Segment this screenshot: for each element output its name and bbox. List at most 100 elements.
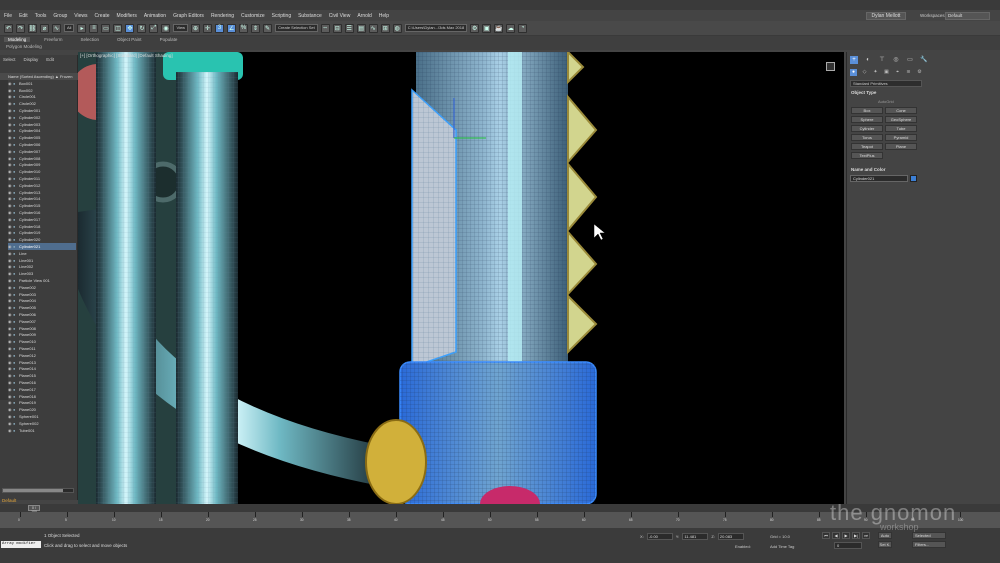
- explorer-item[interactable]: ◉ ● Circle002: [8, 100, 76, 107]
- explorer-item[interactable]: ◉ ● Cylinder018: [8, 223, 76, 230]
- pyramid-button[interactable]: Pyramid: [885, 134, 917, 141]
- explorer-menu-display[interactable]: Display: [24, 57, 39, 62]
- create-tab-icon[interactable]: +: [850, 56, 858, 64]
- explorer-item[interactable]: ◉ ● Plane005: [8, 304, 76, 311]
- explorer-item[interactable]: ◉ ● Cylinder014: [8, 196, 76, 203]
- z-coordinate-field[interactable]: 20.083: [717, 533, 744, 540]
- workspace-dropdown[interactable]: Default: [945, 12, 990, 20]
- systems-icon[interactable]: ⚙: [916, 69, 923, 76]
- explorer-item[interactable]: ◉ ● Plane002: [8, 284, 76, 291]
- object-color-swatch[interactable]: [910, 175, 917, 182]
- lights-icon[interactable]: ✦: [872, 69, 879, 76]
- ribbon-tab-object-paint[interactable]: Object Paint: [113, 37, 146, 42]
- explorer-item[interactable]: ◉ ● Plane015: [8, 372, 76, 379]
- display-tab-icon[interactable]: ▭: [906, 56, 914, 64]
- sphere-button[interactable]: Sphere: [851, 116, 883, 123]
- explorer-item[interactable]: ◉ ● Cylinder021: [8, 243, 76, 250]
- menu-customize[interactable]: Customize: [241, 13, 265, 19]
- next-frame-icon[interactable]: ▶|: [852, 532, 860, 539]
- enabled-toggle[interactable]: Enabled:: [735, 544, 751, 549]
- object-name-field[interactable]: Cylinder021: [850, 175, 908, 182]
- ribbon-polygon-modeling[interactable]: Polygon Modeling: [6, 44, 42, 49]
- select-rotate-icon[interactable]: ↻: [137, 23, 147, 33]
- a360-icon[interactable]: ◔: [518, 23, 528, 33]
- explorer-item[interactable]: ◉ ● Cylinder002: [8, 114, 76, 121]
- explorer-column-header[interactable]: Name (Sorted Ascending) ▲ Frozen: [0, 73, 78, 80]
- explorer-menu-edit[interactable]: Edit: [46, 57, 54, 62]
- menu-modifiers[interactable]: Modifiers: [117, 13, 137, 19]
- place-icon[interactable]: ◉: [161, 23, 171, 33]
- bind-space-warp-icon[interactable]: ∿: [52, 23, 61, 33]
- primitive-type-dropdown[interactable]: Standard Primitives: [850, 80, 922, 87]
- explorer-item[interactable]: ◉ ● Cylinder006: [8, 141, 76, 148]
- explorer-item[interactable]: ◉ ● Plane010: [8, 338, 76, 345]
- explorer-item[interactable]: ◉ ● Cylinder009: [8, 162, 76, 169]
- explorer-item[interactable]: ◉ ● Cylinder004: [8, 128, 76, 135]
- cylinder-button[interactable]: Cylinder: [851, 125, 883, 132]
- viewport-label[interactable]: [+] [Orthographic] [Standard] [Default S…: [80, 53, 173, 58]
- y-coordinate-field[interactable]: 11.481: [682, 533, 709, 540]
- menu-animation[interactable]: Animation: [144, 13, 166, 19]
- ribbon-tab-freeform[interactable]: Freeform: [40, 37, 66, 42]
- mirror-icon[interactable]: ⇔: [320, 23, 330, 33]
- previous-frame-icon[interactable]: ◀: [832, 532, 840, 539]
- explorer-item[interactable]: ◉ ● Cylinder010: [8, 168, 76, 175]
- explorer-item[interactable]: ◉ ● Tube001: [8, 427, 76, 434]
- ribbon-tab-modeling[interactable]: Modeling: [4, 37, 31, 42]
- key-filters-button[interactable]: Filters...: [912, 541, 946, 548]
- menu-civil-view[interactable]: Civil View: [329, 13, 351, 19]
- user-account-button[interactable]: Dylan Mellott: [866, 12, 906, 20]
- curve-editor-icon[interactable]: ∿: [368, 23, 378, 33]
- motion-tab-icon[interactable]: ◎: [892, 56, 900, 64]
- hierarchy-tab-icon[interactable]: ⊤: [878, 56, 886, 64]
- menu-views[interactable]: Views: [74, 13, 87, 19]
- named-selection-set-dropdown[interactable]: Create Selection Set: [275, 24, 318, 32]
- torus-button[interactable]: Torus: [851, 134, 883, 141]
- tube-button[interactable]: Tube: [885, 125, 917, 132]
- geosphere-button[interactable]: GeoSphere: [885, 116, 917, 123]
- go-to-end-icon[interactable]: ⏭: [862, 532, 870, 539]
- time-slider[interactable]: 0 / 100: [28, 505, 40, 514]
- cone-button[interactable]: Cone: [885, 107, 917, 114]
- toggle-ribbon-icon[interactable]: ▤: [356, 23, 366, 33]
- explorer-item[interactable]: ◉ ● Box002: [8, 87, 76, 94]
- explorer-scroll-thumb[interactable]: [3, 489, 63, 492]
- current-layer-label[interactable]: Default: [2, 498, 16, 503]
- plane-button[interactable]: Plane: [885, 143, 917, 150]
- space-warps-icon[interactable]: ≋: [905, 69, 912, 76]
- select-move-icon[interactable]: ✥: [125, 23, 135, 33]
- link-icon[interactable]: ⛓: [28, 23, 37, 33]
- explorer-item[interactable]: ◉ ● Cylinder012: [8, 182, 76, 189]
- viewcube-icon[interactable]: [826, 62, 835, 71]
- angle-snap-icon[interactable]: ∠: [227, 23, 237, 33]
- explorer-item[interactable]: ◉ ● Cylinder015: [8, 202, 76, 209]
- spinner-snap-icon[interactable]: ⇕: [251, 23, 261, 33]
- menu-scripting[interactable]: Scripting: [272, 13, 291, 19]
- explorer-item[interactable]: ◉ ● Cylinder020: [8, 236, 76, 243]
- explorer-item[interactable]: ◉ ● Particle View 001: [8, 277, 76, 284]
- rect-selection-icon[interactable]: ▭: [101, 23, 111, 33]
- explorer-item[interactable]: ◉ ● Plane011: [8, 345, 76, 352]
- explorer-item[interactable]: ◉ ● Plane003: [8, 291, 76, 298]
- shapes-icon[interactable]: ◇: [861, 69, 868, 76]
- explorer-item[interactable]: ◉ ● Cylinder007: [8, 148, 76, 155]
- explorer-item[interactable]: ◉ ● Sphere001: [8, 413, 76, 420]
- pivot-center-icon[interactable]: ⊕: [191, 23, 201, 33]
- reference-coord-dropdown[interactable]: View: [173, 24, 189, 32]
- menu-edit[interactable]: Edit: [19, 13, 28, 19]
- menu-graph-editors[interactable]: Graph Editors: [173, 13, 204, 19]
- redo-icon[interactable]: ↷: [16, 23, 25, 33]
- undo-icon[interactable]: ↶: [4, 23, 13, 33]
- explorer-item[interactable]: ◉ ● Line002: [8, 264, 76, 271]
- autogrid-checkbox[interactable]: AutoGrid: [878, 99, 894, 104]
- explorer-item[interactable]: ◉ ● Plane008: [8, 325, 76, 332]
- menu-tools[interactable]: Tools: [35, 13, 47, 19]
- explorer-item[interactable]: ◉ ● Cylinder013: [8, 189, 76, 196]
- render-production-icon[interactable]: ☕: [494, 23, 504, 33]
- explorer-item[interactable]: ◉ ● Cylinder003: [8, 121, 76, 128]
- project-path-dropdown[interactable]: C:\Users\Dylan...\3ds Max 2018: [404, 24, 468, 32]
- explorer-scrollbar[interactable]: [2, 488, 74, 493]
- layer-explorer-icon[interactable]: ☰: [344, 23, 354, 33]
- explorer-item[interactable]: ◉ ● Line: [8, 250, 76, 257]
- modify-tab-icon[interactable]: ◐: [864, 56, 872, 64]
